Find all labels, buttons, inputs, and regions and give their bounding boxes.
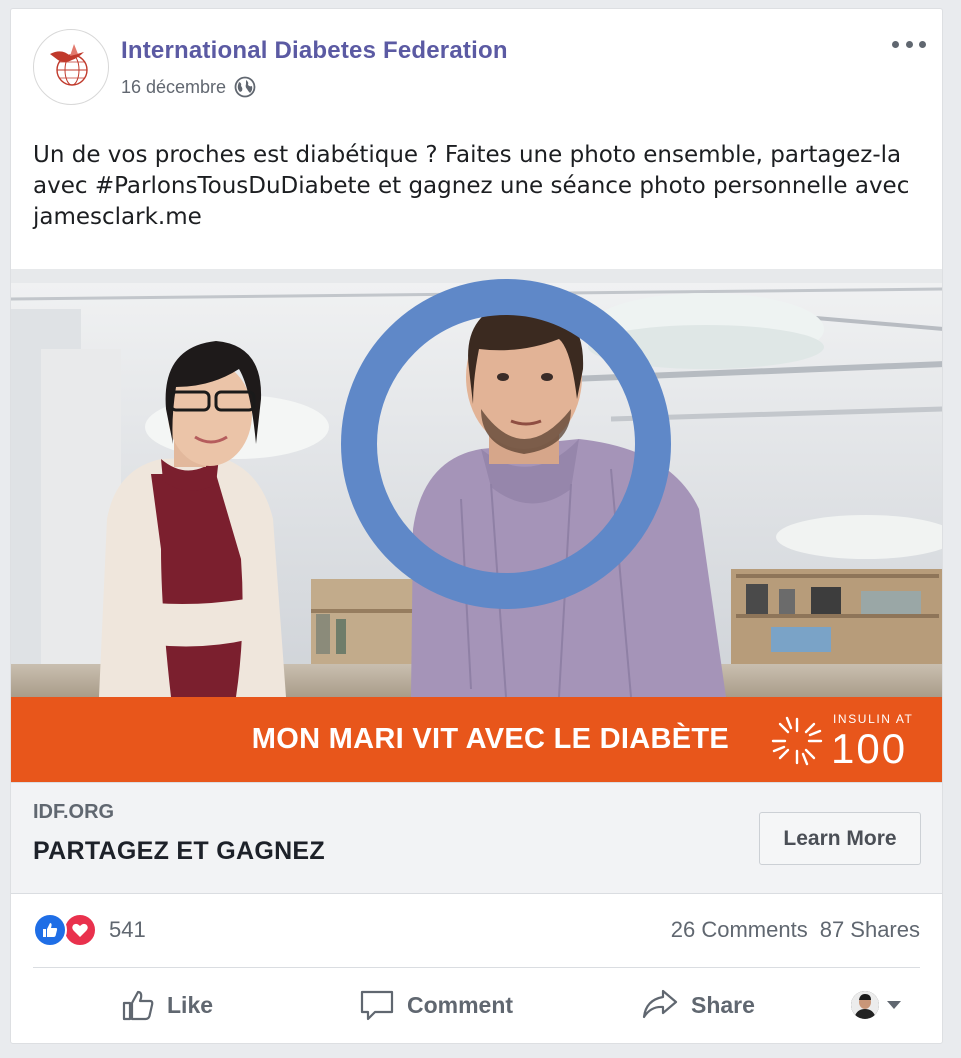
divider (33, 967, 920, 968)
post-date[interactable]: 16 décembre (121, 77, 226, 98)
thumbs-up-icon (122, 990, 154, 1021)
post-meta: 16 décembre (121, 75, 256, 99)
reactions-summary[interactable]: 541 (33, 912, 146, 948)
like-label: Like (167, 991, 214, 1018)
viewer-photo (851, 991, 879, 1019)
link-domain: IDF.ORG (33, 801, 115, 823)
idf-logo-icon (50, 44, 88, 86)
insulin-100-label: 100 (831, 725, 908, 772)
more-dot (919, 40, 926, 48)
comment-label: Comment (407, 991, 514, 1018)
thumbs-up-glyph (43, 923, 58, 937)
page-avatar[interactable] (33, 29, 109, 105)
link-title[interactable]: PARTAGEZ ET GAGNEZ (33, 837, 325, 866)
reaction-count: 541 (109, 917, 146, 942)
post-actions-bar: Like Comment Share (11, 969, 942, 1041)
more-dot (892, 40, 899, 48)
more-dot (905, 40, 913, 48)
insulin-at-label: INSULIN AT (833, 712, 914, 726)
chevron-down-icon (887, 1001, 901, 1009)
banner-text: MON MARI VIT AVEC LE DIABÈTE (251, 723, 729, 755)
viewer-avatar (851, 991, 879, 1019)
page-name-link[interactable]: International Diabetes Federation (121, 37, 508, 65)
engagement-stats: 26 Comments 87 Shares (671, 912, 920, 948)
share-button[interactable]: Share (641, 969, 755, 1041)
like-reaction-icon (33, 913, 67, 947)
post-text: Un de vos proches est diabétique ? Faite… (33, 142, 910, 230)
globe-icon (234, 76, 256, 98)
viewer-selector[interactable] (851, 969, 901, 1041)
love-reaction-icon (63, 913, 97, 947)
share-label: Share (691, 991, 755, 1018)
shares-count-link[interactable]: 87 Shares (820, 917, 920, 943)
comment-button[interactable]: Comment (359, 969, 513, 1041)
photo-illustration (11, 269, 942, 697)
link-preview[interactable]: IDF.ORG PARTAGEZ ET GAGNEZ Learn More (11, 782, 942, 894)
share-icon (642, 989, 678, 1019)
campaign-banner: MON MARI VIT AVEC LE DIABÈTE INSULIN AT … (11, 697, 942, 782)
post-card: International Diabetes Federation 16 déc… (10, 8, 943, 1044)
heart-glyph (72, 923, 88, 937)
comments-count-link[interactable]: 26 Comments (671, 917, 808, 943)
comment-icon (360, 990, 394, 1021)
insulin-burst-icon (771, 716, 823, 766)
more-icon[interactable] (892, 37, 926, 51)
like-button[interactable]: Like (121, 969, 213, 1041)
learn-more-button[interactable]: Learn More (759, 812, 921, 865)
post-photo[interactable] (11, 269, 942, 697)
